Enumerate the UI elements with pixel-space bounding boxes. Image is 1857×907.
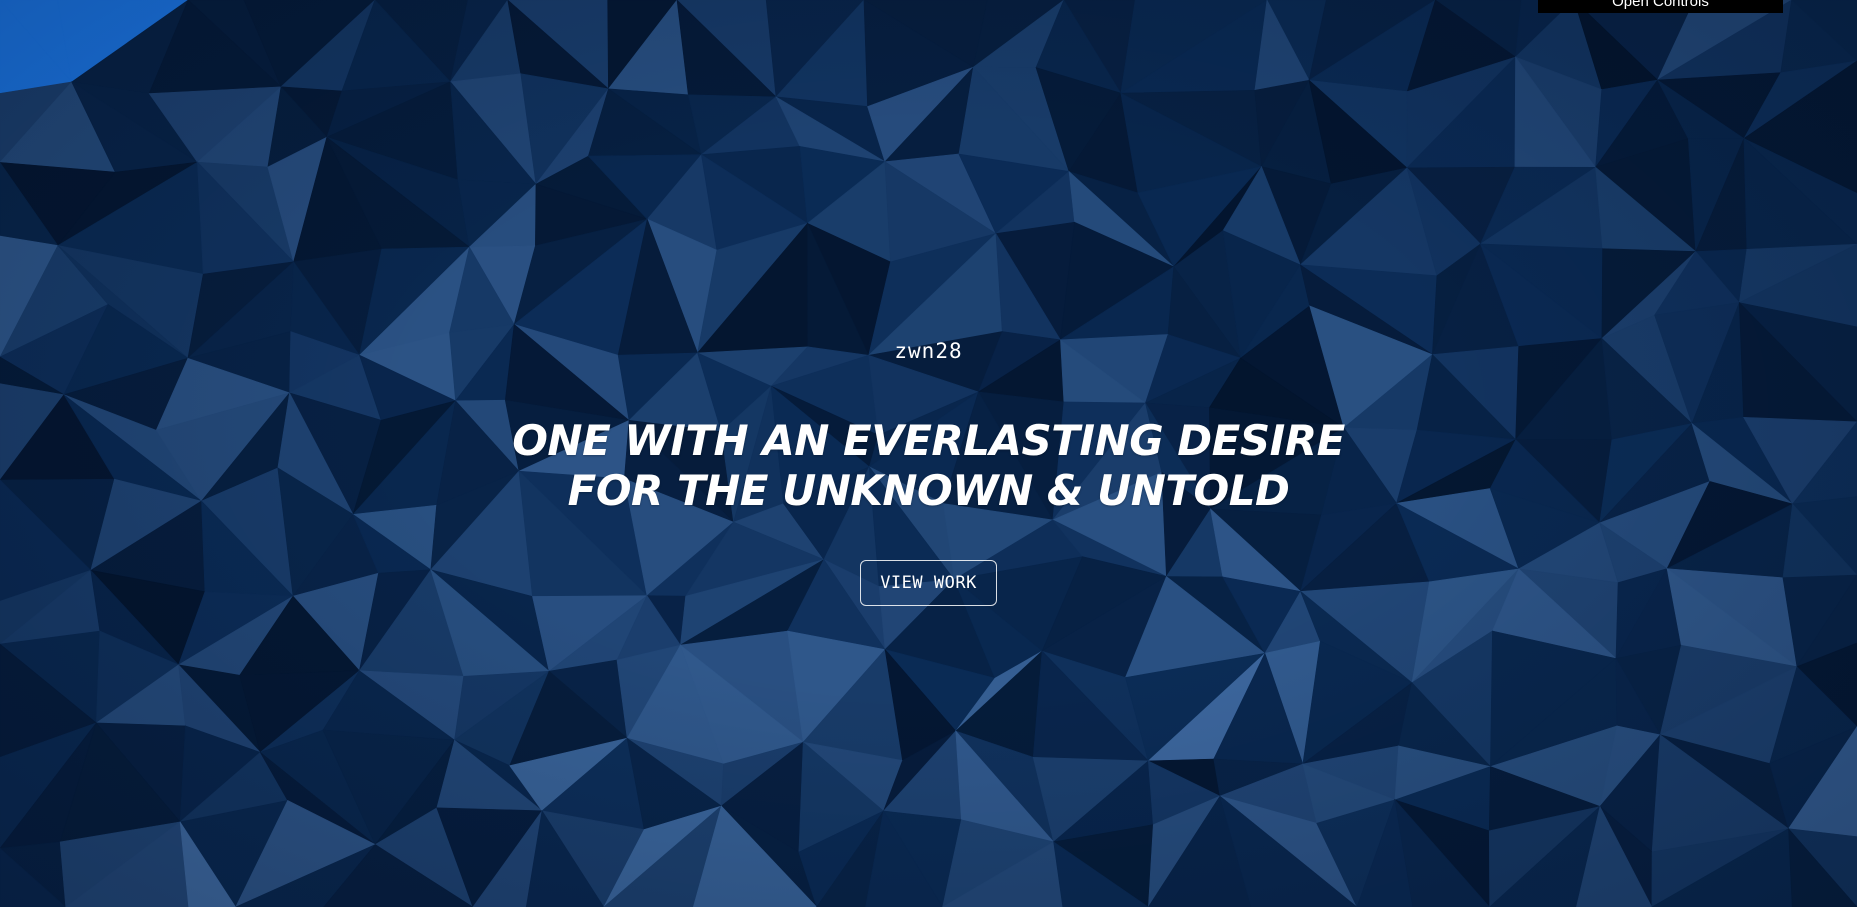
view-work-button[interactable]: VIEW WORK xyxy=(860,560,997,606)
site-handle: zwn28 xyxy=(894,339,963,363)
headline-line-2: FOR THE UNKNOWN & UNTOLD xyxy=(567,466,1290,515)
hero-headline: ONE WITH AN EVERLASTING DESIRE FOR THE U… xyxy=(479,416,1379,516)
hero-section: zwn28 ONE WITH AN EVERLASTING DESIRE FOR… xyxy=(0,336,1857,606)
open-controls-button[interactable]: Open Controls xyxy=(1538,0,1783,13)
headline-line-1: ONE WITH AN EVERLASTING DESIRE xyxy=(512,416,1345,465)
